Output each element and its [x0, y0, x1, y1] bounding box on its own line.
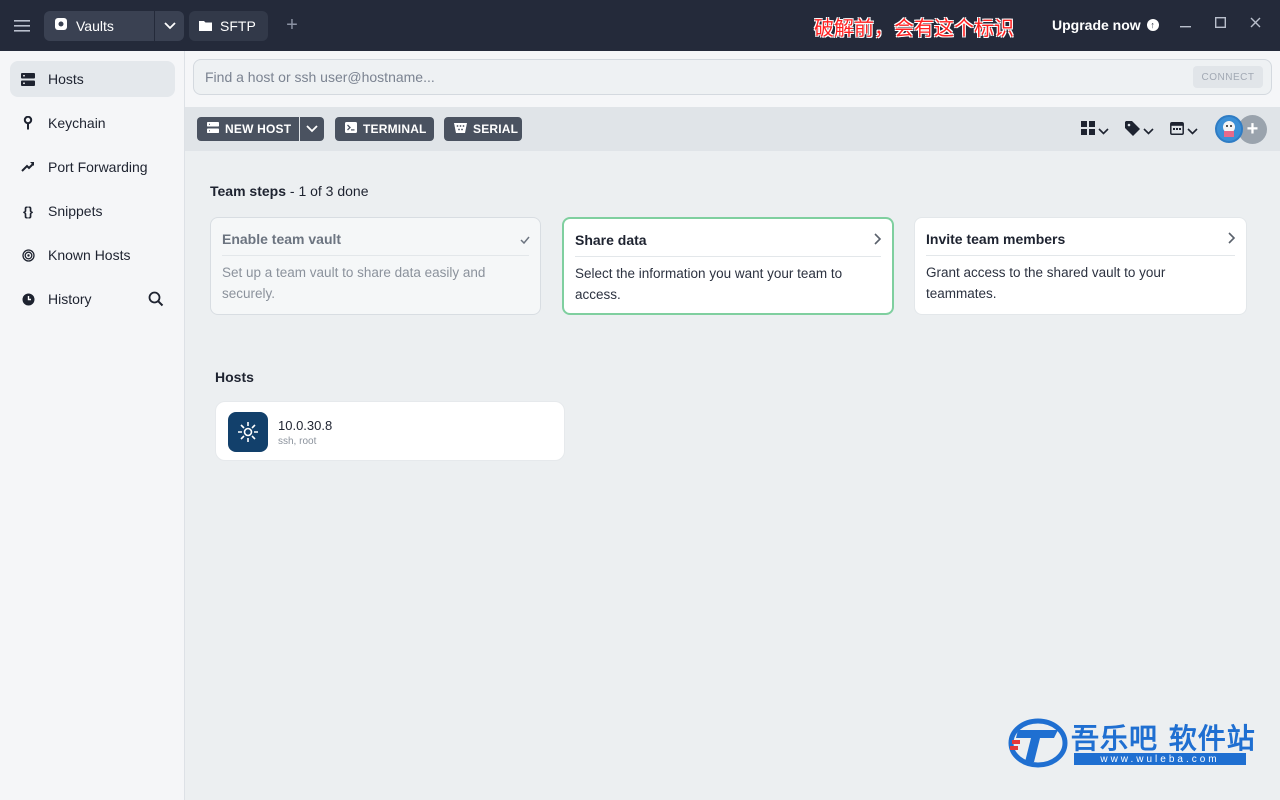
- fingerprint-icon: [20, 248, 36, 262]
- new-host-dropdown-chevron-icon[interactable]: [299, 117, 324, 141]
- step-card-title: Share data: [575, 232, 647, 248]
- step-card-share-data[interactable]: Share data Select the information you wa…: [562, 217, 894, 315]
- terminal-icon: [345, 122, 357, 136]
- avatar[interactable]: [1215, 115, 1243, 143]
- sidebar-item-label: Hosts: [48, 71, 84, 87]
- hamburger-menu-icon[interactable]: [0, 0, 44, 51]
- upgrade-now-button[interactable]: Upgrade now ↑: [1052, 17, 1159, 33]
- host-name: 10.0.30.8: [278, 418, 333, 433]
- team-steps-progress: - 1 of 3 done: [289, 183, 369, 199]
- connect-button[interactable]: CONNECT: [1193, 66, 1263, 88]
- team-steps-title: Team steps: [210, 183, 286, 199]
- sftp-tab-label: SFTP: [220, 17, 256, 34]
- server-icon: [207, 122, 219, 136]
- chevron-right-icon: [1228, 231, 1236, 247]
- sidebar-item-label: Known Hosts: [48, 247, 131, 263]
- vault-icon: [54, 17, 68, 34]
- tag-icon: [1125, 121, 1140, 141]
- new-host-label: NEW HOST: [225, 122, 292, 136]
- serial-port-icon: [454, 122, 467, 136]
- calendar-icon: [1170, 121, 1184, 140]
- sidebar-item-label: Keychain: [48, 115, 106, 131]
- divider: [222, 255, 529, 256]
- host-card[interactable]: 10.0.30.8 ssh, root: [215, 401, 565, 461]
- chevron-right-icon: [874, 232, 882, 248]
- chevron-down-icon: [1143, 122, 1154, 140]
- new-host-button[interactable]: NEW HOST: [197, 117, 310, 141]
- crack-watermark-text: 破解前，会有这个标识: [814, 16, 1014, 40]
- divider: [575, 256, 881, 257]
- sidebar-item-known-hosts[interactable]: Known Hosts: [10, 237, 175, 273]
- step-card-invite-team-members[interactable]: Invite team members Grant access to the …: [914, 217, 1247, 315]
- sidebar-item-port-forwarding[interactable]: Port Forwarding: [10, 149, 175, 185]
- braces-icon: {}: [22, 203, 34, 219]
- vaults-tab-label: Vaults: [76, 17, 114, 34]
- serial-label: SERIAL: [473, 122, 519, 136]
- close-icon[interactable]: [1245, 15, 1265, 32]
- terminal-label: TERMINAL: [363, 122, 427, 136]
- hosts-section-heading: Hosts: [215, 369, 254, 385]
- chevron-down-icon: [1098, 122, 1109, 140]
- tag-filter-selector[interactable]: [1125, 121, 1154, 141]
- maximize-icon[interactable]: [1210, 15, 1230, 32]
- sidebar-item-label: Port Forwarding: [48, 159, 148, 175]
- step-card-description: Grant access to the shared vault to your…: [926, 265, 1166, 301]
- sidebar-item-hosts[interactable]: Hosts: [10, 61, 175, 97]
- terminal-button[interactable]: TERMINAL: [335, 117, 434, 141]
- watermark-site-name: 吾乐吧 软件站: [1071, 722, 1256, 755]
- key-icon: [20, 116, 36, 130]
- upgrade-label: Upgrade now: [1052, 17, 1141, 33]
- sidebar-item-keychain[interactable]: Keychain: [10, 105, 175, 141]
- step-card-title: Invite team members: [926, 231, 1066, 247]
- sidebar-item-label: Snippets: [48, 203, 103, 219]
- search-placeholder: Find a host or ssh user@hostname...: [205, 69, 435, 85]
- sidebar: Hosts Keychain Port Forwarding {} Snippe…: [0, 51, 185, 800]
- host-os-icon: [228, 412, 268, 452]
- step-card-enable-team-vault[interactable]: Enable team vault Set up a team vault to…: [210, 217, 541, 315]
- sort-selector[interactable]: [1170, 121, 1198, 140]
- divider: [926, 255, 1235, 256]
- port-forward-icon: [20, 161, 36, 173]
- hosts-toolbar: NEW HOST TERMINAL SERIAL +: [185, 107, 1280, 151]
- new-tab-plus-icon[interactable]: +: [280, 14, 304, 37]
- host-details: ssh, root: [278, 436, 317, 447]
- sidebar-item-snippets[interactable]: {} Snippets: [10, 193, 175, 229]
- folder-icon: [199, 18, 212, 34]
- arrow-up-circle-icon: ↑: [1146, 19, 1159, 31]
- site-watermark: 吾乐吧 软件站 www.wuleba.com: [1008, 715, 1258, 775]
- chevron-down-icon: [1187, 122, 1198, 140]
- sidebar-item-label: History: [48, 291, 92, 307]
- vaults-dropdown-chevron-icon[interactable]: [154, 10, 184, 41]
- minimize-icon[interactable]: [1175, 15, 1195, 32]
- host-search-input[interactable]: Find a host or ssh user@hostname... CONN…: [193, 59, 1272, 95]
- hosts-icon: [20, 72, 36, 86]
- check-icon: [520, 231, 530, 247]
- step-card-title: Enable team vault: [222, 231, 342, 247]
- serial-button[interactable]: SERIAL: [444, 117, 522, 141]
- step-card-description: Set up a team vault to share data easily…: [222, 265, 486, 301]
- history-search-icon[interactable]: [148, 291, 164, 307]
- watermark-site-url: www.wuleba.com: [1074, 753, 1246, 765]
- wuleba-logo-icon: [1008, 718, 1068, 768]
- vaults-tab[interactable]: Vaults: [44, 10, 184, 41]
- sftp-tab[interactable]: SFTP: [189, 10, 268, 41]
- team-steps-heading: Team steps - 1 of 3 done: [210, 183, 369, 199]
- step-card-description: Select the information you want your tea…: [575, 266, 843, 302]
- search-bar-area: Find a host or ssh user@hostname... CONN…: [185, 51, 1280, 107]
- view-mode-selector[interactable]: [1081, 121, 1109, 140]
- clock-icon: [20, 293, 36, 306]
- title-bar: Vaults SFTP + 破解前，会有这个标识 Upgrade now ↑: [0, 0, 1280, 51]
- grid-view-icon: [1081, 121, 1095, 140]
